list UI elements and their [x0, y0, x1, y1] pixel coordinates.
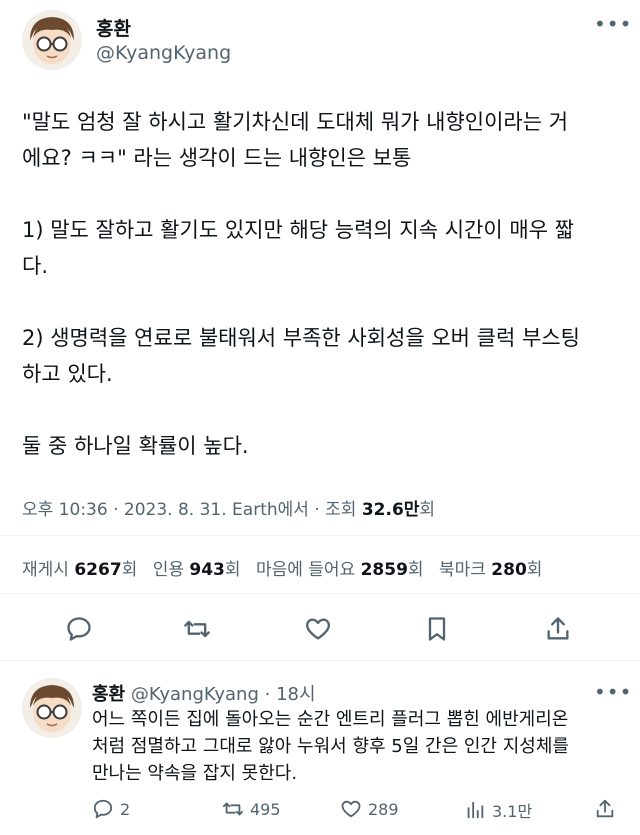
reply-author-handle[interactable]: @KyangKyang: [131, 684, 259, 705]
stat-quotes[interactable]: 인용 943회: [153, 560, 241, 580]
avatar-image: [22, 10, 82, 70]
stat-bookmarks[interactable]: 북마크 280회: [439, 560, 542, 580]
bookmark-icon[interactable]: [420, 612, 454, 646]
tweet-paragraph-spacer: [22, 392, 622, 428]
reply-time[interactable]: · 18시: [265, 684, 316, 705]
avatar[interactable]: [22, 10, 82, 70]
author-name[interactable]: 홍환: [96, 14, 131, 41]
tweet-source: Earth에서: [232, 500, 309, 520]
reply-more-dots-icon[interactable]: •••: [594, 682, 632, 702]
stat-unit: 회: [121, 560, 138, 580]
meta-separator: ·: [113, 500, 119, 520]
tweet-date[interactable]: 2023. 8. 31.: [124, 500, 227, 520]
stat-unit: 회: [526, 560, 543, 580]
like-count: 289: [368, 799, 399, 819]
divider: [0, 660, 640, 661]
stat-label: 재게시: [22, 560, 69, 580]
retweet-count: 495: [250, 799, 281, 819]
stat-label: 마음에 들어요: [255, 560, 356, 580]
stat-label: 인용: [152, 560, 184, 580]
reply-text: 어느 쪽이든 집에 돌아오는 순간 엔트리 플러그 뽑힌 에반게리온 처럼 점멸…: [92, 709, 569, 784]
avatar-image: [22, 678, 82, 738]
stat-value: 280: [491, 560, 527, 580]
share-icon[interactable]: [541, 612, 575, 646]
divider: [0, 593, 640, 594]
views-count: 3.1만: [492, 802, 533, 821]
stat-value: 943: [189, 560, 225, 580]
stat-reposts[interactable]: 재게시 6267회: [22, 560, 137, 580]
retweet-icon[interactable]: [180, 612, 214, 646]
retweet-icon: [222, 802, 244, 816]
reply-count: 2: [120, 799, 131, 819]
more-dots-icon[interactable]: •••: [594, 14, 632, 34]
tweet-paragraph: 2) 생명력을 연료로 불태워서 부족한 사회성을 오버 클럭 부스팅 하고 있…: [22, 326, 580, 386]
reply-icon: [93, 799, 113, 819]
views-label: 조회: [325, 500, 357, 520]
like-icon: [341, 800, 361, 818]
tweet-text: "말도 엄청 잘 하시고 활기차신데 도대체 뭐가 내향인이라는 거 에요? ㅋ…: [22, 104, 622, 464]
tweet-paragraph: "말도 엄청 잘 하시고 활기차신데 도대체 뭐가 내향인이라는 거 에요? ㅋ…: [22, 110, 569, 170]
author-handle[interactable]: @KyangKyang: [96, 42, 231, 64]
stat-likes[interactable]: 마음에 들어요 2859회: [256, 560, 424, 580]
tweet-paragraph-spacer: [22, 284, 622, 320]
reply-action-bar: 2 495 289 3.1만: [92, 798, 622, 826]
reply-views-button[interactable]: 3.1만: [464, 798, 532, 822]
like-icon[interactable]: [301, 612, 335, 646]
views-value: 32.6만: [361, 500, 420, 520]
stat-label: 북마크: [438, 560, 486, 580]
stat-value: 6267: [74, 560, 122, 580]
stat-unit: 회: [407, 560, 424, 580]
tweet-paragraph: 둘 중 하나일 확률이 높다.: [22, 434, 249, 458]
stat-value: 2859: [360, 560, 408, 580]
reply-avatar[interactable]: [22, 678, 82, 738]
tweet-meta: 오후 10:36 · 2023. 8. 31. Earth에서 · 조회 32.…: [22, 495, 435, 520]
analytics-icon: [467, 801, 484, 819]
reply-author-name[interactable]: 홍환: [92, 684, 125, 705]
share-icon: [596, 799, 614, 818]
divider: [0, 535, 640, 536]
reply-header: 홍환 @KyangKyang · 18시: [92, 680, 316, 706]
tweet-time[interactable]: 오후 10:36: [22, 500, 108, 520]
reply-retweet-button[interactable]: 495: [222, 798, 281, 820]
stat-unit: 회: [224, 560, 241, 580]
meta-separator: ·: [314, 500, 320, 520]
reply-icon[interactable]: [62, 612, 96, 646]
engagement-stats: 재게시 6267회 인용 943회 마음에 들어요 2859회 북마크 280회: [22, 555, 552, 580]
views-unit: 회: [419, 500, 436, 520]
reply-like-button[interactable]: 289: [340, 798, 399, 820]
reply-share-button[interactable]: [594, 798, 622, 820]
tweet-paragraph-spacer: [22, 176, 622, 212]
reply-reply-button[interactable]: 2: [92, 798, 130, 820]
tweet-action-bar: [0, 606, 640, 652]
tweet-paragraph: 1) 말도 잘하고 활기도 있지만 해당 능력의 지속 시간이 매우 짧 다.: [22, 218, 574, 278]
